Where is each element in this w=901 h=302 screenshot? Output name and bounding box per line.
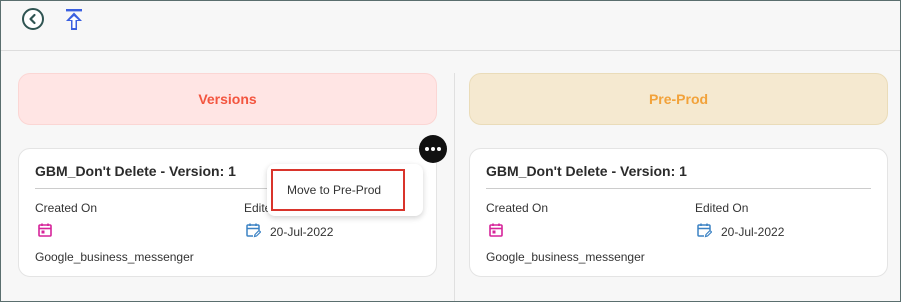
upload-button[interactable] xyxy=(64,8,84,32)
stage-header-preprod: Pre-Prod xyxy=(469,73,888,125)
channel-name: Google_business_messenger xyxy=(486,250,645,264)
chevron-left-circle-icon xyxy=(29,13,36,25)
created-on-label: Created On xyxy=(486,201,549,215)
calendar-icon xyxy=(489,223,503,237)
more-horizontal-icon xyxy=(437,147,441,151)
toolbar xyxy=(1,1,900,51)
calendar-icon xyxy=(38,223,52,237)
divider xyxy=(486,188,871,189)
menu-item-move-to-preprod[interactable]: Move to Pre-Prod xyxy=(271,169,405,211)
more-options-button[interactable] xyxy=(419,135,447,163)
back-button[interactable] xyxy=(22,8,44,30)
stage-label: Pre-Prod xyxy=(648,91,709,107)
edited-date: 20-Jul-2022 xyxy=(721,225,785,239)
stage-label: Versions xyxy=(198,91,257,107)
version-card[interactable]: GBM_Don't Delete - Version: 1 Created On… xyxy=(469,148,888,277)
more-horizontal-icon xyxy=(431,147,435,151)
card-title: GBM_Don't Delete - Version: 1 xyxy=(486,163,687,179)
upload-arrow-icon xyxy=(66,9,82,30)
calendar-edit-icon xyxy=(697,223,712,238)
card-options-menu: Move to Pre-Prod xyxy=(267,164,423,216)
calendar-edit-icon xyxy=(246,223,261,238)
edited-on-label: Edited On xyxy=(695,201,749,215)
edited-date: 20-Jul-2022 xyxy=(270,225,334,239)
stage-header-versions: Versions xyxy=(18,73,437,125)
created-on-label: Created On xyxy=(35,201,98,215)
app-frame: Versions Pre-Prod GBM_Don't Delete - Ver… xyxy=(0,0,901,302)
column-divider xyxy=(454,73,455,301)
channel-name: Google_business_messenger xyxy=(35,250,194,264)
card-title: GBM_Don't Delete - Version: 1 xyxy=(35,163,236,179)
more-horizontal-icon xyxy=(425,147,429,151)
